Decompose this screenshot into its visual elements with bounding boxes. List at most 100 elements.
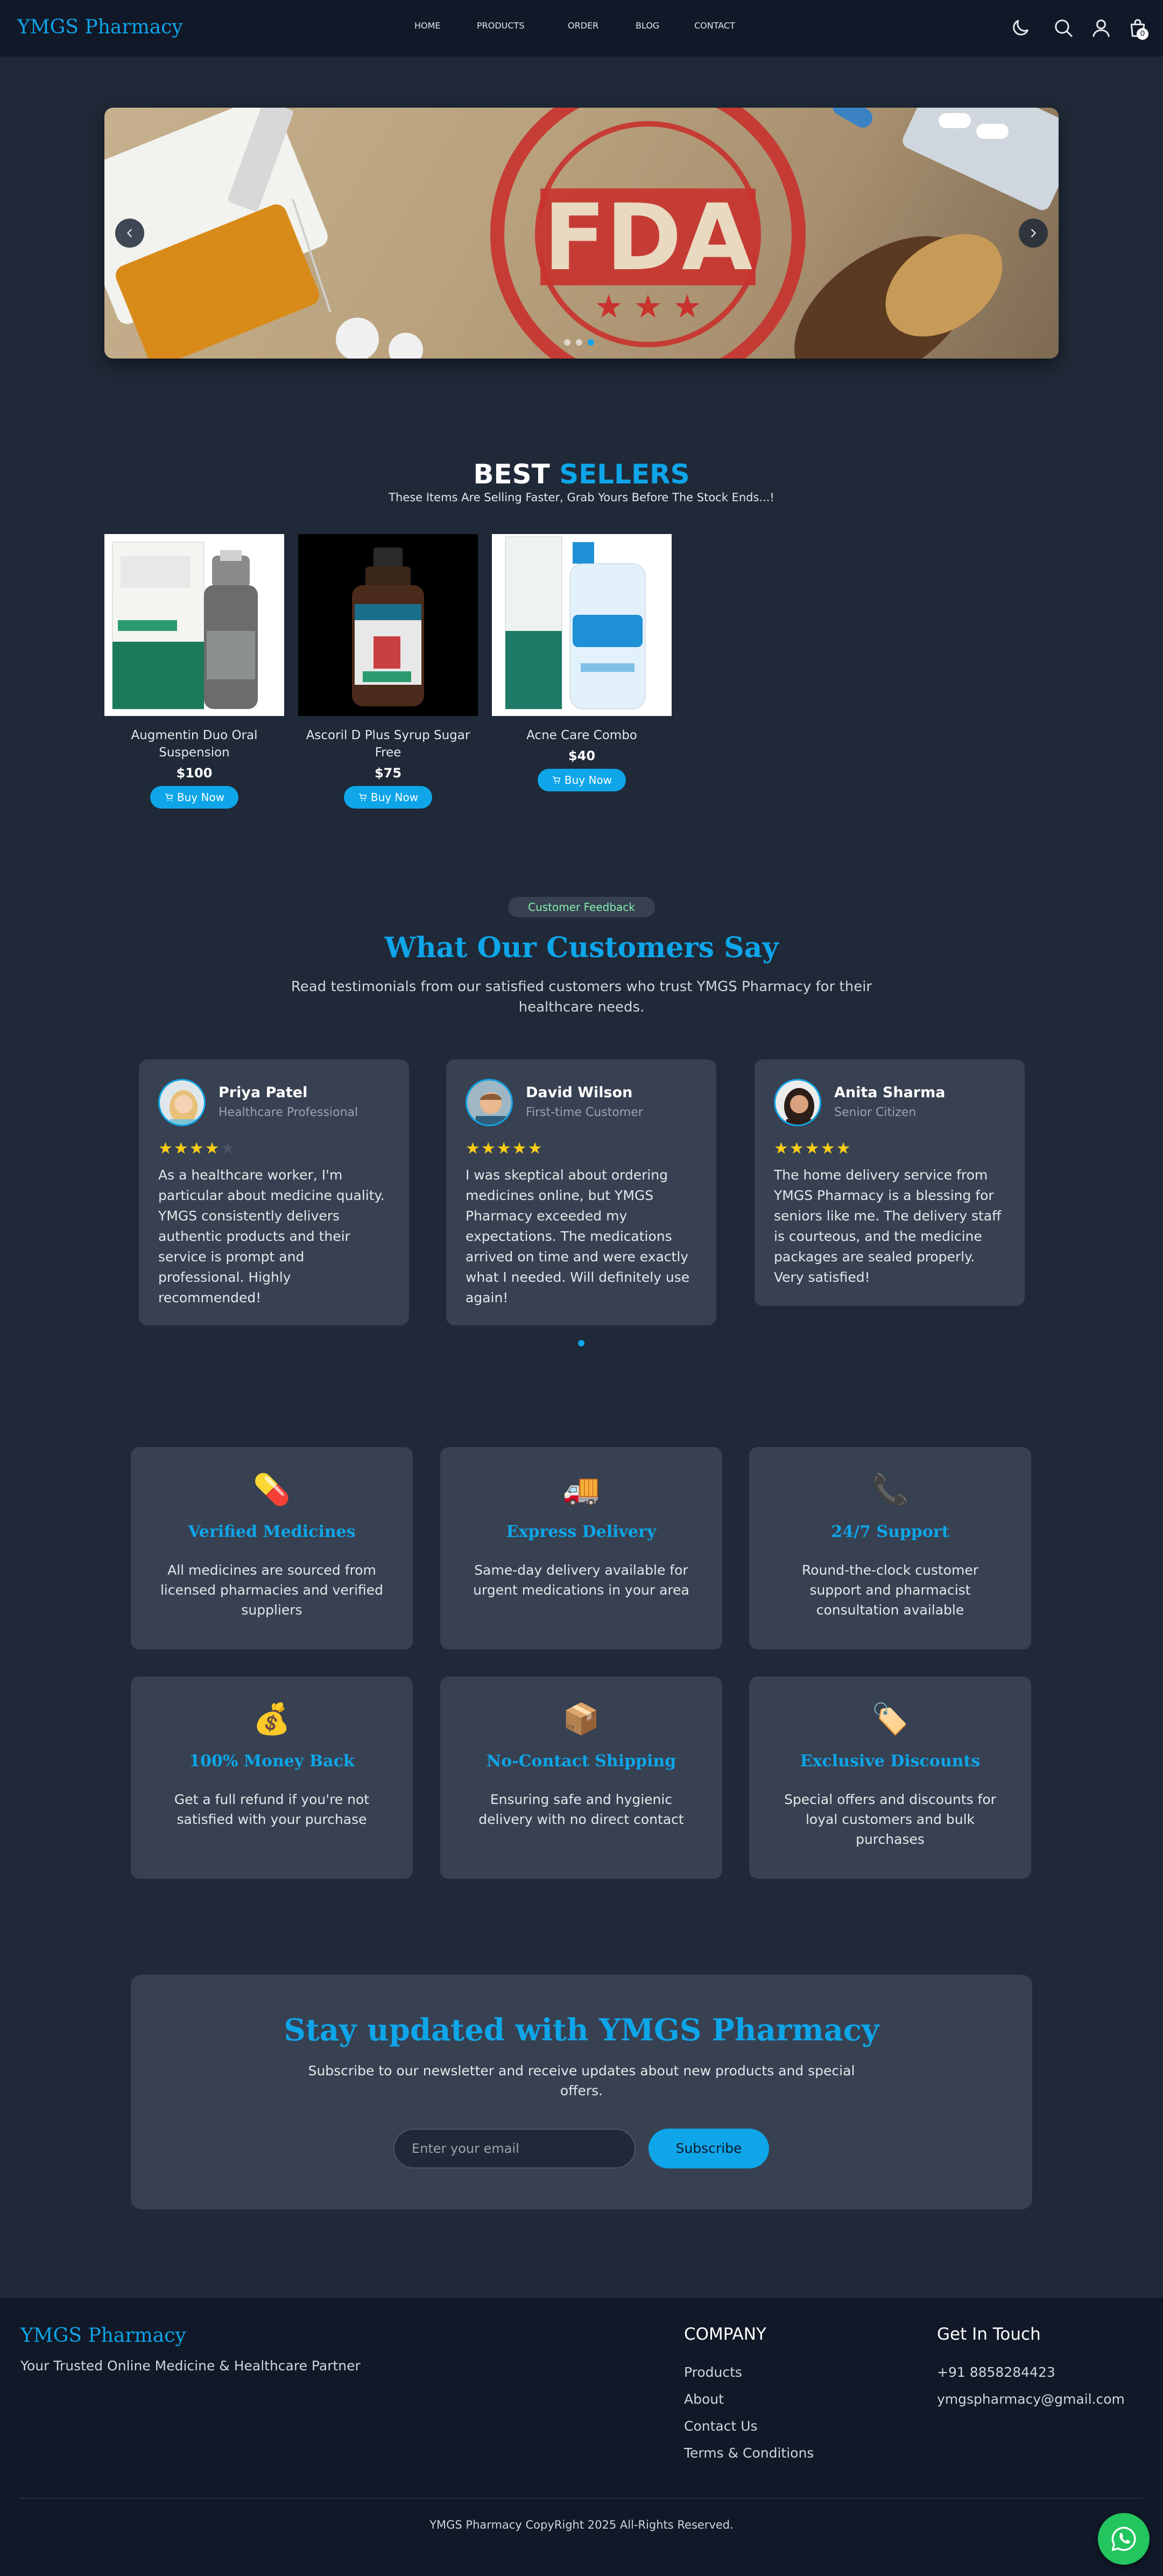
testimonial-quote: I was skeptical about ordering medicines… xyxy=(466,1167,690,1305)
testimonial-card: David Wilson First-time Customer ★★★★★ I… xyxy=(446,1059,716,1325)
star-rating: ★★★★★ xyxy=(466,1139,544,1158)
testimonial-pagination-dot[interactable] xyxy=(578,1340,584,1346)
buy-now-label: Buy Now xyxy=(564,774,612,787)
hero-prev-button[interactable] xyxy=(115,219,144,248)
bestsellers-subtitle: These Items Are Selling Faster, Grab You… xyxy=(389,491,774,504)
svg-text:★ ★ ★: ★ ★ ★ xyxy=(594,288,702,326)
footer-email[interactable]: ymgspharmacy@gmail.com xyxy=(937,2391,1125,2407)
search-icon[interactable] xyxy=(1053,17,1074,39)
footer-link-contact-us[interactable]: Contact Us xyxy=(684,2418,758,2434)
footer-logo[interactable]: YMGS Pharmacy xyxy=(20,2325,186,2347)
product-card[interactable]: Acne Care Combo $40 Buy Now xyxy=(492,534,672,791)
money-bag-icon: 💰 xyxy=(253,1702,291,1737)
cart-count-badge: 0 xyxy=(1137,28,1148,40)
footer-link-products[interactable]: Products xyxy=(684,2364,742,2380)
testimonial-quote: As a healthcare worker, I'm particular a… xyxy=(158,1167,385,1305)
testimonial-role: Healthcare Professional xyxy=(218,1106,358,1119)
site-header: YMGS Pharmacy HOME PRODUCTS ORDER BLOG C… xyxy=(0,0,1163,57)
site-footer: YMGS Pharmacy Your Trusted Online Medici… xyxy=(0,2298,1163,2576)
footer-contact-heading: Get In Touch xyxy=(937,2325,1041,2344)
subscribe-button[interactable]: Subscribe xyxy=(649,2129,769,2168)
feature-title: Express Delivery xyxy=(506,1522,657,1541)
footer-link-about[interactable]: About xyxy=(684,2391,724,2407)
product-price: $40 xyxy=(568,748,596,763)
product-card[interactable]: Augmentin Duo Oral Suspension $100 Buy N… xyxy=(104,534,284,809)
hero-carousel[interactable]: FDA ★ ★ ★ xyxy=(104,108,1059,359)
product-price: $75 xyxy=(374,766,402,781)
newsletter-email-input[interactable] xyxy=(393,2129,636,2168)
feature-description: Special offers and discounts for loyal c… xyxy=(784,1792,996,1847)
buy-now-button[interactable]: Buy Now xyxy=(537,769,626,791)
testimonial-name: Priya Patel xyxy=(218,1084,308,1101)
testimonial-card: Priya Patel Healthcare Professional ★★★★… xyxy=(139,1059,409,1325)
avatar xyxy=(774,1079,821,1126)
newsletter-subtitle: Subscribe to our newsletter and receive … xyxy=(308,2063,855,2098)
nav-contact[interactable]: CONTACT xyxy=(694,20,735,31)
testimonial-quote: The home delivery service from YMGS Phar… xyxy=(774,1167,1002,1285)
buy-now-label: Buy Now xyxy=(370,791,419,804)
buy-now-button[interactable]: Buy Now xyxy=(150,786,239,809)
feature-title: 24/7 Support xyxy=(831,1522,949,1541)
feature-title: 100% Money Back xyxy=(189,1752,355,1771)
hero-dot-3-active[interactable] xyxy=(588,339,594,346)
whatsapp-icon xyxy=(1111,2526,1136,2551)
hero-dot-2[interactable] xyxy=(576,339,582,346)
avatar xyxy=(466,1079,513,1126)
buy-now-label: Buy Now xyxy=(177,791,225,804)
product-name[interactable]: Augmentin Duo Oral Suspension xyxy=(104,727,284,761)
newsletter-section: Stay updated with YMGS Pharmacy Subscrib… xyxy=(131,1975,1032,2209)
cart-icon xyxy=(359,794,367,801)
product-image[interactable] xyxy=(492,534,672,716)
testimonial-role: Senior Citizen xyxy=(834,1106,917,1119)
site-logo[interactable]: YMGS Pharmacy xyxy=(17,16,183,38)
product-image[interactable] xyxy=(104,534,284,716)
avatar xyxy=(158,1079,206,1126)
product-name[interactable]: Acne Care Combo xyxy=(492,727,672,744)
buy-now-button[interactable]: Buy Now xyxy=(343,786,433,809)
product-name[interactable]: Ascoril D Plus Syrup Sugar Free xyxy=(298,727,478,761)
testimonial-card: Anita Sharma Senior Citizen ★★★★★ The ho… xyxy=(755,1059,1025,1306)
moon-icon[interactable] xyxy=(1010,17,1031,39)
bestsellers-title: BEST SELLERS xyxy=(0,459,1163,490)
footer-copyright: YMGS Pharmacy CopyRight 2025 All-Rights … xyxy=(429,2518,734,2531)
feature-card: 📞 24/7 Support Round-the-clock customer … xyxy=(749,1447,1031,1650)
hero-dot-1[interactable] xyxy=(564,339,570,346)
nav-home[interactable]: HOME xyxy=(414,20,441,31)
tag-icon: 🏷️ xyxy=(871,1702,909,1737)
testimonials-title: What Our Customers Say xyxy=(384,931,779,964)
feature-card: 📦 No-Contact Shipping Ensuring safe and … xyxy=(440,1676,722,1879)
feature-description: Same-day delivery available for urgent m… xyxy=(473,1562,689,1598)
feature-description: Round-the-clock customer support and pha… xyxy=(801,1562,979,1618)
testimonial-name: Anita Sharma xyxy=(834,1084,946,1101)
footer-tagline: Your Trusted Online Medicine & Healthcar… xyxy=(20,2358,361,2374)
nav-blog[interactable]: BLOG xyxy=(636,20,659,31)
product-card[interactable]: Ascoril D Plus Syrup Sugar Free $75 Buy … xyxy=(298,534,478,809)
testimonial-name: David Wilson xyxy=(526,1084,633,1101)
feature-title: Verified Medicines xyxy=(188,1522,356,1541)
feature-card: 🏷️ Exclusive Discounts Special offers an… xyxy=(749,1676,1031,1879)
footer-link-terms[interactable]: Terms & Conditions xyxy=(684,2445,814,2461)
cart-icon xyxy=(553,776,561,784)
whatsapp-button[interactable] xyxy=(1098,2513,1150,2565)
star-rating: ★★★★★ xyxy=(774,1139,852,1158)
feature-card: 💰 100% Money Back Get a full refund if y… xyxy=(131,1676,413,1879)
package-icon: 📦 xyxy=(562,1702,600,1737)
feature-card: 🚚 Express Delivery Same-day delivery ava… xyxy=(440,1447,722,1650)
nav-products[interactable]: PRODUCTS xyxy=(477,20,525,31)
footer-phone[interactable]: +91 8858284423 xyxy=(937,2364,1055,2380)
phone-icon: 📞 xyxy=(871,1472,909,1507)
bestsellers-title-b: SELLERS xyxy=(559,459,690,490)
product-image[interactable] xyxy=(298,534,478,716)
hero-next-button[interactable] xyxy=(1019,219,1048,248)
footer-company-heading: COMPANY xyxy=(684,2325,766,2344)
cart-icon xyxy=(165,794,173,801)
pill-icon: 💊 xyxy=(253,1472,291,1507)
feature-description: Get a full refund if you're not satisfie… xyxy=(174,1792,370,1827)
chevron-right-icon xyxy=(1031,229,1036,237)
star-rating: ★★★★★ xyxy=(158,1139,236,1158)
chevron-left-icon xyxy=(127,229,132,237)
fda-stamp-text: FDA xyxy=(544,185,753,291)
newsletter-title: Stay updated with YMGS Pharmacy xyxy=(284,2012,879,2048)
nav-order[interactable]: ORDER xyxy=(568,20,598,31)
user-icon[interactable] xyxy=(1090,17,1112,39)
